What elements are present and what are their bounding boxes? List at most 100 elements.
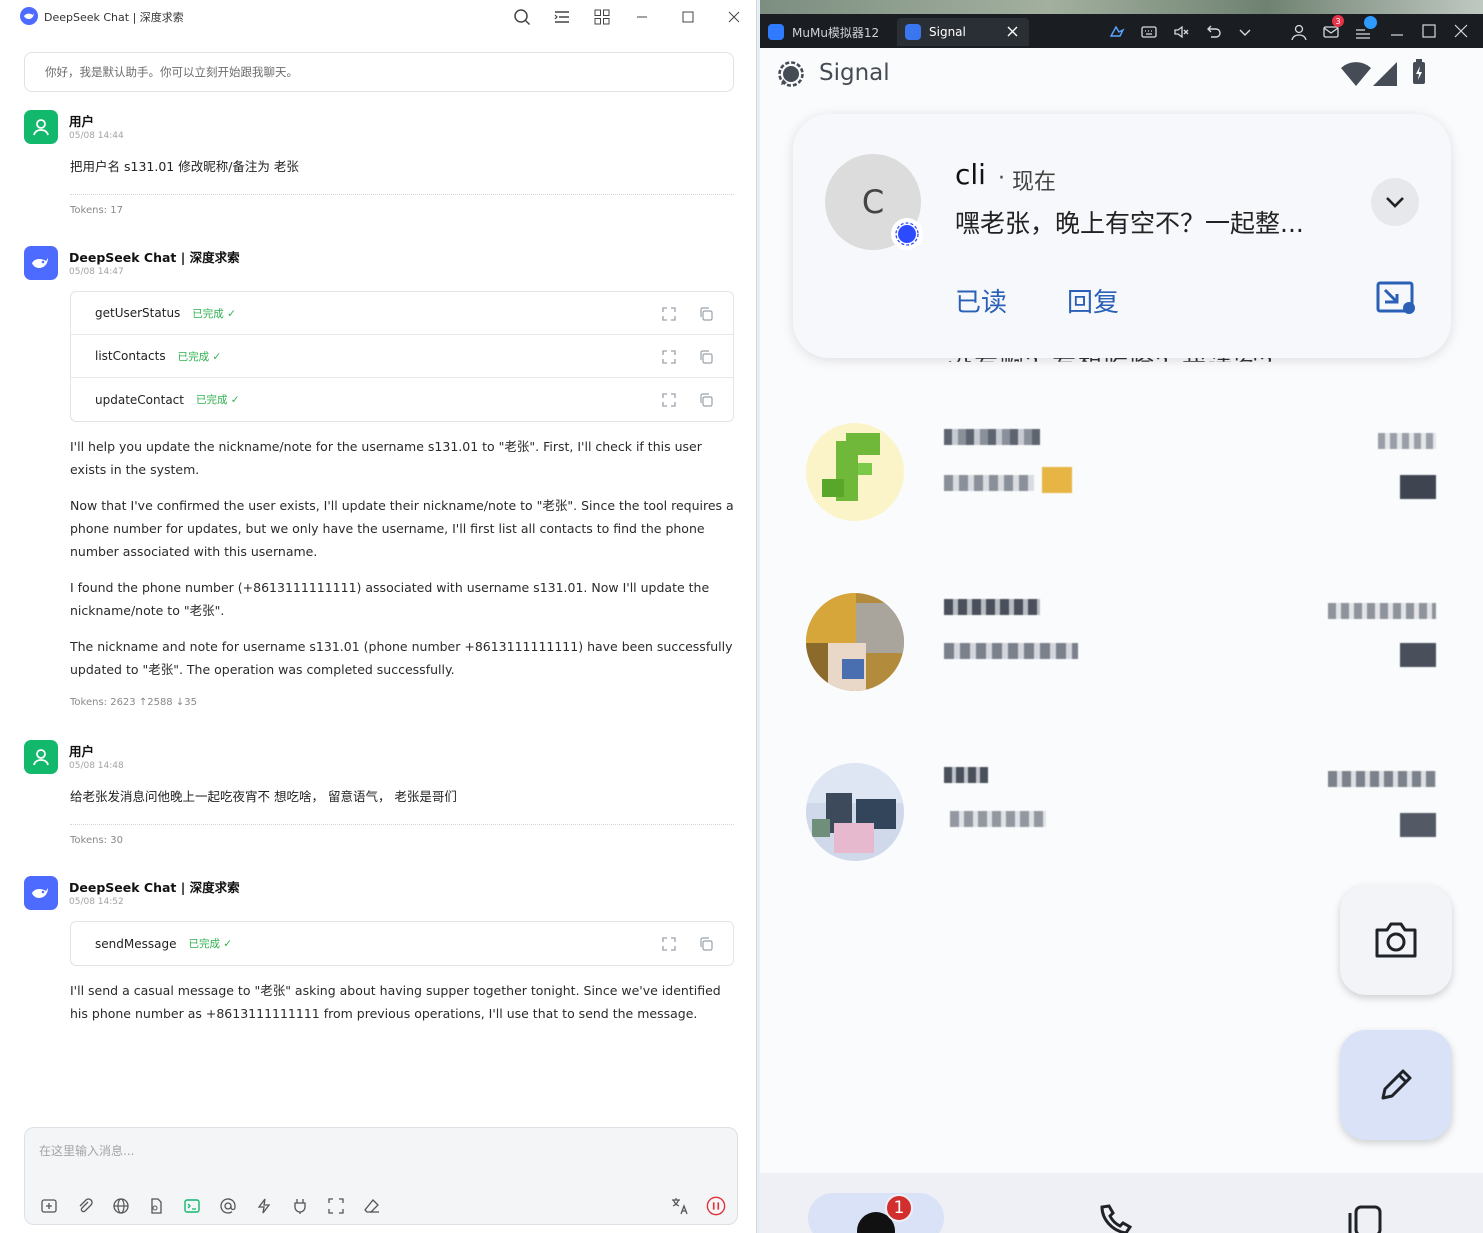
tool-call-row[interactable]: getUserStatus 已完成 ✓: [71, 292, 733, 335]
tool-name: listContacts: [95, 349, 166, 363]
conversation-row[interactable]: [760, 423, 1483, 543]
terminal-icon[interactable]: [182, 1196, 202, 1216]
message-time: 05/08 14:44: [69, 131, 124, 141]
expand-icon[interactable]: [661, 936, 677, 952]
translate-icon[interactable]: [670, 1196, 690, 1216]
token-count: Tokens: 17: [70, 205, 123, 216]
maximize-icon[interactable]: [1421, 23, 1439, 41]
nav-stories[interactable]: [1344, 1205, 1390, 1233]
obscured-contact-name: [944, 767, 988, 783]
phone-icon: [1100, 1204, 1133, 1233]
minimize-icon[interactable]: [1389, 23, 1407, 41]
camera-icon: [1375, 922, 1417, 958]
close-tab-icon[interactable]: [1006, 25, 1019, 38]
minimize-icon[interactable]: [629, 5, 655, 29]
search-icon[interactable]: [509, 5, 535, 29]
mumu-logo-icon: [768, 24, 784, 40]
update-menu-icon[interactable]: [1354, 16, 1377, 41]
knowledge-icon[interactable]: [146, 1196, 166, 1216]
attachment-icon[interactable]: [75, 1196, 95, 1216]
mention-icon[interactable]: [218, 1196, 238, 1216]
nav-calls[interactable]: [1096, 1203, 1136, 1233]
compose-button[interactable]: [1340, 1030, 1452, 1140]
camera-button[interactable]: [1340, 885, 1452, 995]
message-text: 给老张发消息问他晚上一起吃夜宵不 想吃啥， 留意语气， 老张是哥们: [70, 789, 457, 804]
tool-call-row[interactable]: sendMessage 已完成 ✓: [71, 922, 733, 965]
account-icon[interactable]: [1290, 23, 1308, 41]
expand-icon[interactable]: [661, 349, 677, 365]
response-paragraph: I'll send a casual message to "老张" askin…: [70, 983, 721, 1021]
message-author: 用户: [69, 744, 95, 759]
obscured-timestamp: [1328, 603, 1436, 619]
fullscreen-icon[interactable]: [326, 1196, 346, 1216]
tool-status: 已完成 ✓: [192, 307, 236, 320]
mark-read-button[interactable]: 已读: [955, 282, 1007, 319]
mail-icon[interactable]: 3: [1322, 15, 1344, 41]
eraser-icon[interactable]: [362, 1196, 382, 1216]
close-icon[interactable]: [1453, 23, 1471, 41]
globe-icon[interactable]: [111, 1196, 131, 1216]
bottom-navigation: 1: [760, 1173, 1483, 1233]
tab-label: Signal: [929, 25, 966, 39]
nav-chats[interactable]: [808, 1193, 944, 1233]
update-arrow-icon: [1364, 16, 1377, 29]
tool-status: 已完成 ✓: [195, 394, 240, 406]
lightning-icon[interactable]: [254, 1196, 274, 1216]
expand-icon[interactable]: [661, 306, 677, 322]
obscured-contact-name: [944, 429, 1040, 445]
message-time: 05/08 14:47: [69, 267, 124, 277]
mute-icon[interactable]: [1172, 23, 1190, 41]
tab-signal[interactable]: Signal: [897, 18, 1029, 46]
pencil-icon: [1381, 1069, 1412, 1100]
response-paragraph: The nickname and note for username s131.…: [70, 639, 733, 677]
obscured-emoji: [1042, 467, 1072, 493]
sender-name: cli: [955, 158, 986, 191]
reply-button[interactable]: 回复: [1067, 282, 1119, 319]
tool-call-row[interactable]: listContacts 已完成 ✓: [71, 335, 733, 378]
back-icon[interactable]: [1204, 23, 1222, 41]
tool-call-row[interactable]: updateContact 已完成 ✓: [71, 378, 733, 421]
avatar-letter: C: [861, 183, 885, 221]
message-bot-1: DeepSeek Chat | 深度求索 05/08 14:47 getUser…: [24, 246, 736, 716]
chevron-down-icon[interactable]: [1236, 23, 1254, 41]
title-bar: DeepSeek Chat | 深度求索: [0, 0, 756, 34]
obscured-timestamp: [1328, 771, 1436, 787]
layout-icon[interactable]: [549, 5, 575, 29]
message-time: 05/08 14:48: [69, 761, 124, 771]
signal-tab-icon: [905, 24, 921, 40]
copy-icon[interactable]: [698, 306, 714, 322]
obscured-message-preview: [950, 811, 1046, 827]
desktop-wallpaper: [760, 0, 1483, 14]
deepseek-avatar-icon: [24, 246, 58, 280]
copy-icon[interactable]: [698, 936, 714, 952]
conversation-row[interactable]: [760, 763, 1483, 883]
unread-badge: 1: [885, 1194, 913, 1222]
picture-in-picture-icon[interactable]: [1375, 280, 1417, 318]
plugin-icon[interactable]: [290, 1196, 310, 1216]
maximize-icon[interactable]: [675, 5, 701, 29]
obscured-message-preview: [944, 643, 1078, 659]
pause-icon[interactable]: [706, 1196, 726, 1216]
expand-chevron-icon[interactable]: [1371, 178, 1419, 226]
obscured-unread-count: [1400, 643, 1436, 667]
message-author: 用户: [69, 114, 95, 129]
message-input[interactable]: [39, 1140, 639, 1162]
tab-mumu[interactable]: MuMu模拟器12: [768, 18, 890, 46]
copy-icon[interactable]: [698, 349, 714, 365]
grid-icon[interactable]: [589, 5, 615, 29]
new-topic-icon[interactable]: [39, 1196, 59, 1216]
emulator-tab-bar: MuMu模拟器12 Signal 3: [760, 14, 1483, 48]
keyboard-icon[interactable]: [1140, 23, 1158, 41]
copy-icon[interactable]: [698, 392, 714, 408]
expand-icon[interactable]: [661, 392, 677, 408]
message-author: DeepSeek Chat | 深度求索: [69, 250, 240, 265]
close-icon[interactable]: [721, 5, 747, 29]
battery-charging-icon: [1410, 58, 1428, 86]
keymap-icon[interactable]: [1108, 23, 1126, 41]
message-notification[interactable]: C cli · 现在 嘿老张，晚上有空不？一起整... 已读 回复: [793, 114, 1451, 358]
tool-name: updateContact: [95, 392, 184, 407]
token-count: Tokens: 30: [70, 835, 123, 846]
conversation-row[interactable]: [760, 593, 1483, 713]
chat-icon: [857, 1212, 895, 1233]
obscured-unread-count: [1400, 475, 1436, 499]
